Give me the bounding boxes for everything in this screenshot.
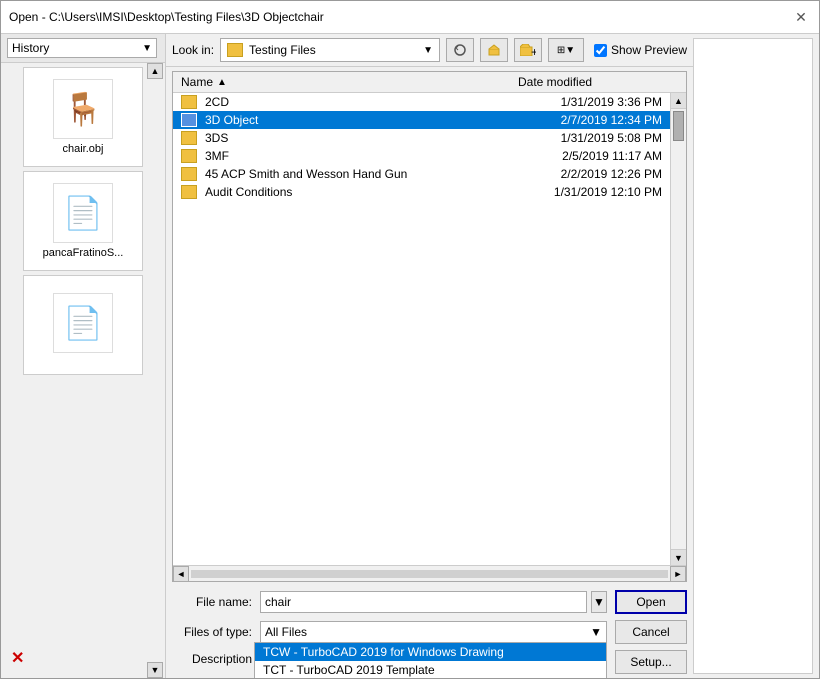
- file-row-date: 2/2/2019 12:26 PM: [502, 167, 662, 181]
- history-arrow: ▼: [142, 43, 152, 54]
- thumbnail-item[interactable]: 📄: [23, 275, 143, 375]
- dropdown-arrow: ▼: [423, 45, 433, 56]
- file-type-dropdown: TCW - TurboCAD 2019 for Windows DrawingT…: [254, 642, 607, 678]
- file-name-input-container: ▼: [260, 591, 607, 613]
- thumbnail-label: pancaFratinoS...: [43, 247, 124, 259]
- file-icon: 🪑: [63, 90, 103, 128]
- scroll-down-button[interactable]: ▼: [147, 662, 163, 678]
- file-name-label: File name:: [172, 595, 252, 609]
- file-row-name: 45 ACP Smith and Wesson Hand Gun: [205, 167, 502, 181]
- preview-pane: [693, 38, 813, 674]
- file-row[interactable]: Audit Conditions 1/31/2019 12:10 PM: [173, 183, 686, 201]
- files-type-arrow: ▼: [590, 625, 602, 639]
- nav-up-button[interactable]: [480, 38, 508, 62]
- file-row[interactable]: 3MF 2/5/2019 11:17 AM: [173, 147, 686, 165]
- thumbnail-icon-area: 📄: [53, 183, 113, 243]
- file-list-header: Name ▲ Date modified: [173, 72, 686, 93]
- thumbnail-icon-area: 📄: [53, 293, 113, 353]
- file-row-name: 3DS: [205, 131, 502, 145]
- file-row-date: 2/5/2019 11:17 AM: [502, 149, 662, 163]
- files-type-row: Files of type: All Files ▼ Cancel TCW - …: [172, 620, 687, 644]
- file-type-option[interactable]: TCT - TurboCAD 2019 Template: [255, 661, 606, 678]
- file-row-name: 3MF: [205, 149, 502, 163]
- file-list-body: 2CD 1/31/2019 3:36 PM 3D Object 2/7/2019…: [173, 93, 686, 565]
- show-preview-label: Show Preview: [611, 43, 687, 57]
- cancel-button[interactable]: Cancel: [615, 620, 687, 644]
- main-content: History ▼ ▲ 🪑 chair.obj: [1, 34, 819, 678]
- file-icon: 📄: [63, 194, 103, 232]
- file-row-icon: [181, 149, 197, 163]
- files-type-select[interactable]: All Files ▼: [260, 621, 607, 643]
- thumbnail-icon-area: 🪑: [53, 79, 113, 139]
- col-date-header[interactable]: Date modified: [510, 75, 670, 89]
- scroll-left-button[interactable]: ◄: [173, 566, 189, 582]
- new-folder-button[interactable]: +: [514, 38, 542, 62]
- history-dropdown[interactable]: History ▼: [7, 38, 157, 58]
- look-in-dropdown[interactable]: Testing Files ▼: [220, 38, 440, 62]
- file-icon: 📄: [63, 304, 103, 342]
- file-row[interactable]: 3DS 1/31/2019 5:08 PM: [173, 129, 686, 147]
- vertical-scrollbar[interactable]: ▲ ▼: [670, 93, 686, 565]
- title-bar: Open - C:\Users\IMSI\Desktop\Testing Fil…: [1, 1, 819, 34]
- files-type-input-container: All Files ▼: [260, 621, 607, 643]
- history-label: History: [12, 41, 49, 55]
- file-row-name: 3D Object: [205, 113, 502, 127]
- file-list-area: Name ▲ Date modified 2CD 1/31/2019 3:36 …: [172, 71, 687, 582]
- show-preview-area: Show Preview: [594, 43, 687, 57]
- folder-icon: [227, 43, 243, 57]
- file-row-icon: [181, 167, 197, 181]
- history-header: History ▼: [1, 34, 165, 63]
- thumbnail-list: 🪑 chair.obj 📄 pancaFratinoS...: [1, 63, 165, 379]
- files-type-label: Files of type:: [172, 625, 252, 639]
- file-row-date: 1/31/2019 5:08 PM: [502, 131, 662, 145]
- left-panel: History ▼ ▲ 🪑 chair.obj: [1, 34, 166, 678]
- thumbnail-item[interactable]: 📄 pancaFratinoS...: [23, 171, 143, 271]
- file-type-option[interactable]: TCW - TurboCAD 2019 for Windows Drawing: [255, 643, 606, 661]
- toolbar: Look in: Testing Files ▼ + ⊞▼: [166, 34, 693, 67]
- file-name-input[interactable]: [260, 591, 587, 613]
- current-folder-label: Testing Files: [249, 43, 316, 57]
- col-name-label: Name: [181, 75, 213, 89]
- right-panel: Look in: Testing Files ▼ + ⊞▼: [166, 34, 693, 678]
- horizontal-scrollbar[interactable]: ◄ ►: [173, 565, 686, 581]
- view-options-button[interactable]: ⊞▼: [548, 38, 584, 62]
- file-name-dropdown-btn[interactable]: ▼: [591, 591, 607, 613]
- look-in-label: Look in:: [172, 43, 214, 57]
- file-row-date: 1/31/2019 12:10 PM: [502, 185, 662, 199]
- file-row[interactable]: 3D Object 2/7/2019 12:34 PM: [173, 111, 686, 129]
- setup-button[interactable]: Setup...: [615, 650, 687, 674]
- file-row-icon: [181, 95, 197, 109]
- file-row-name: 2CD: [205, 95, 502, 109]
- open-button[interactable]: Open: [615, 590, 687, 614]
- close-button[interactable]: ✕: [791, 7, 811, 27]
- nav-back-button[interactable]: [446, 38, 474, 62]
- open-dialog: Open - C:\Users\IMSI\Desktop\Testing Fil…: [0, 0, 820, 679]
- window-title: Open - C:\Users\IMSI\Desktop\Testing Fil…: [9, 10, 324, 24]
- description-label: Description: [172, 650, 252, 666]
- files-type-value: All Files: [265, 625, 307, 639]
- file-name-row: File name: ▼ Open: [172, 590, 687, 614]
- scroll-right-button[interactable]: ►: [670, 566, 686, 582]
- file-row-date: 2/7/2019 12:34 PM: [502, 113, 662, 127]
- scroll-up-button[interactable]: ▲: [147, 63, 163, 79]
- file-row[interactable]: 2CD 1/31/2019 3:36 PM: [173, 93, 686, 111]
- file-row-icon: [181, 185, 197, 199]
- thumbnail-label: chair.obj: [63, 143, 104, 155]
- col-date-label: Date modified: [518, 75, 592, 89]
- col-name-header[interactable]: Name ▲: [173, 75, 510, 89]
- file-row-date: 1/31/2019 3:36 PM: [502, 95, 662, 109]
- sort-arrow: ▲: [217, 77, 227, 88]
- svg-text:+: +: [531, 45, 536, 56]
- delete-button[interactable]: ✕: [11, 648, 24, 668]
- scroll-track: [191, 570, 668, 578]
- show-preview-checkbox[interactable]: [594, 44, 607, 57]
- file-row-name: Audit Conditions: [205, 185, 502, 199]
- thumbnail-item[interactable]: 🪑 chair.obj: [23, 67, 143, 167]
- bottom-form: File name: ▼ Open Files of type: All Fil…: [166, 586, 693, 678]
- file-row-icon: [181, 131, 197, 145]
- file-row-icon: [181, 113, 197, 127]
- file-row[interactable]: 45 ACP Smith and Wesson Hand Gun 2/2/201…: [173, 165, 686, 183]
